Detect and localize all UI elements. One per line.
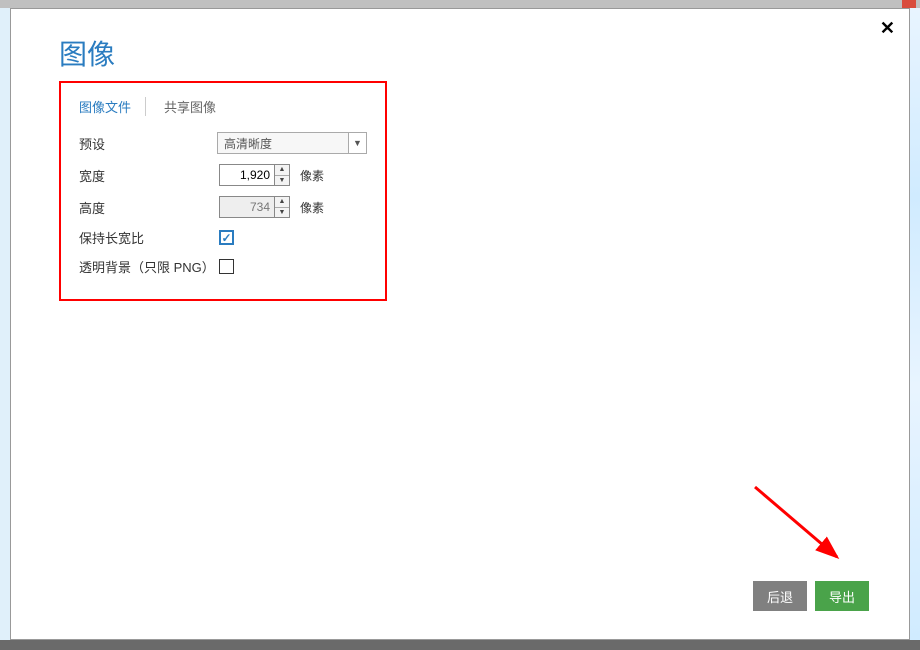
preset-select[interactable]: 高清晰度 ▼ bbox=[217, 132, 367, 154]
row-transparent-bg: 透明背景（只限 PNG） bbox=[79, 257, 367, 276]
height-step-down-icon[interactable]: ▼ bbox=[275, 208, 289, 218]
export-image-dialog: ✕ 图像 图像文件 共享图像 预设 高清晰度 ▼ 宽度 ▲ ▼ 像素 bbox=[10, 8, 910, 640]
height-input[interactable] bbox=[219, 196, 275, 218]
back-button[interactable]: 后退 bbox=[753, 581, 807, 611]
width-input[interactable] bbox=[219, 164, 275, 186]
width-label: 宽度 bbox=[79, 166, 219, 185]
tab-image-file[interactable]: 图像文件 bbox=[79, 97, 146, 116]
row-width: 宽度 ▲ ▼ 像素 bbox=[79, 164, 367, 186]
height-label: 高度 bbox=[79, 198, 219, 217]
row-preset: 预设 高清晰度 ▼ bbox=[79, 132, 367, 154]
window-titlebar bbox=[0, 0, 920, 8]
transparent-bg-checkbox[interactable] bbox=[219, 259, 234, 274]
row-height: 高度 ▲ ▼ 像素 bbox=[79, 196, 367, 218]
preset-value: 高清晰度 bbox=[217, 132, 349, 154]
bottom-statusbar bbox=[0, 640, 920, 650]
width-step-down-icon[interactable]: ▼ bbox=[275, 176, 289, 186]
titlebar-red-marker bbox=[902, 0, 916, 8]
arrow-annotation-icon bbox=[747, 479, 867, 579]
row-keep-aspect: 保持长宽比 bbox=[79, 228, 367, 247]
height-unit: 像素 bbox=[300, 199, 324, 216]
keep-aspect-checkbox[interactable] bbox=[219, 230, 234, 245]
left-background-stripe bbox=[0, 8, 10, 640]
right-background-stripe bbox=[910, 8, 920, 640]
tab-share-image[interactable]: 共享图像 bbox=[164, 97, 230, 116]
preset-label: 预设 bbox=[79, 134, 217, 153]
height-stepper[interactable]: ▲ ▼ bbox=[275, 196, 290, 218]
keep-aspect-label: 保持长宽比 bbox=[79, 228, 219, 247]
settings-highlight-box: 图像文件 共享图像 预设 高清晰度 ▼ 宽度 ▲ ▼ 像素 高度 bbox=[59, 81, 387, 301]
dialog-title: 图像 bbox=[59, 33, 115, 73]
width-step-up-icon[interactable]: ▲ bbox=[275, 165, 289, 176]
export-button[interactable]: 导出 bbox=[815, 581, 869, 611]
chevron-down-icon[interactable]: ▼ bbox=[349, 132, 367, 154]
close-button[interactable]: ✕ bbox=[880, 19, 895, 37]
width-unit: 像素 bbox=[300, 167, 324, 184]
dialog-button-bar: 后退 导出 bbox=[753, 581, 869, 611]
transparent-bg-label: 透明背景（只限 PNG） bbox=[79, 257, 219, 276]
height-step-up-icon[interactable]: ▲ bbox=[275, 197, 289, 208]
tab-strip: 图像文件 共享图像 bbox=[79, 97, 367, 116]
width-stepper[interactable]: ▲ ▼ bbox=[275, 164, 290, 186]
